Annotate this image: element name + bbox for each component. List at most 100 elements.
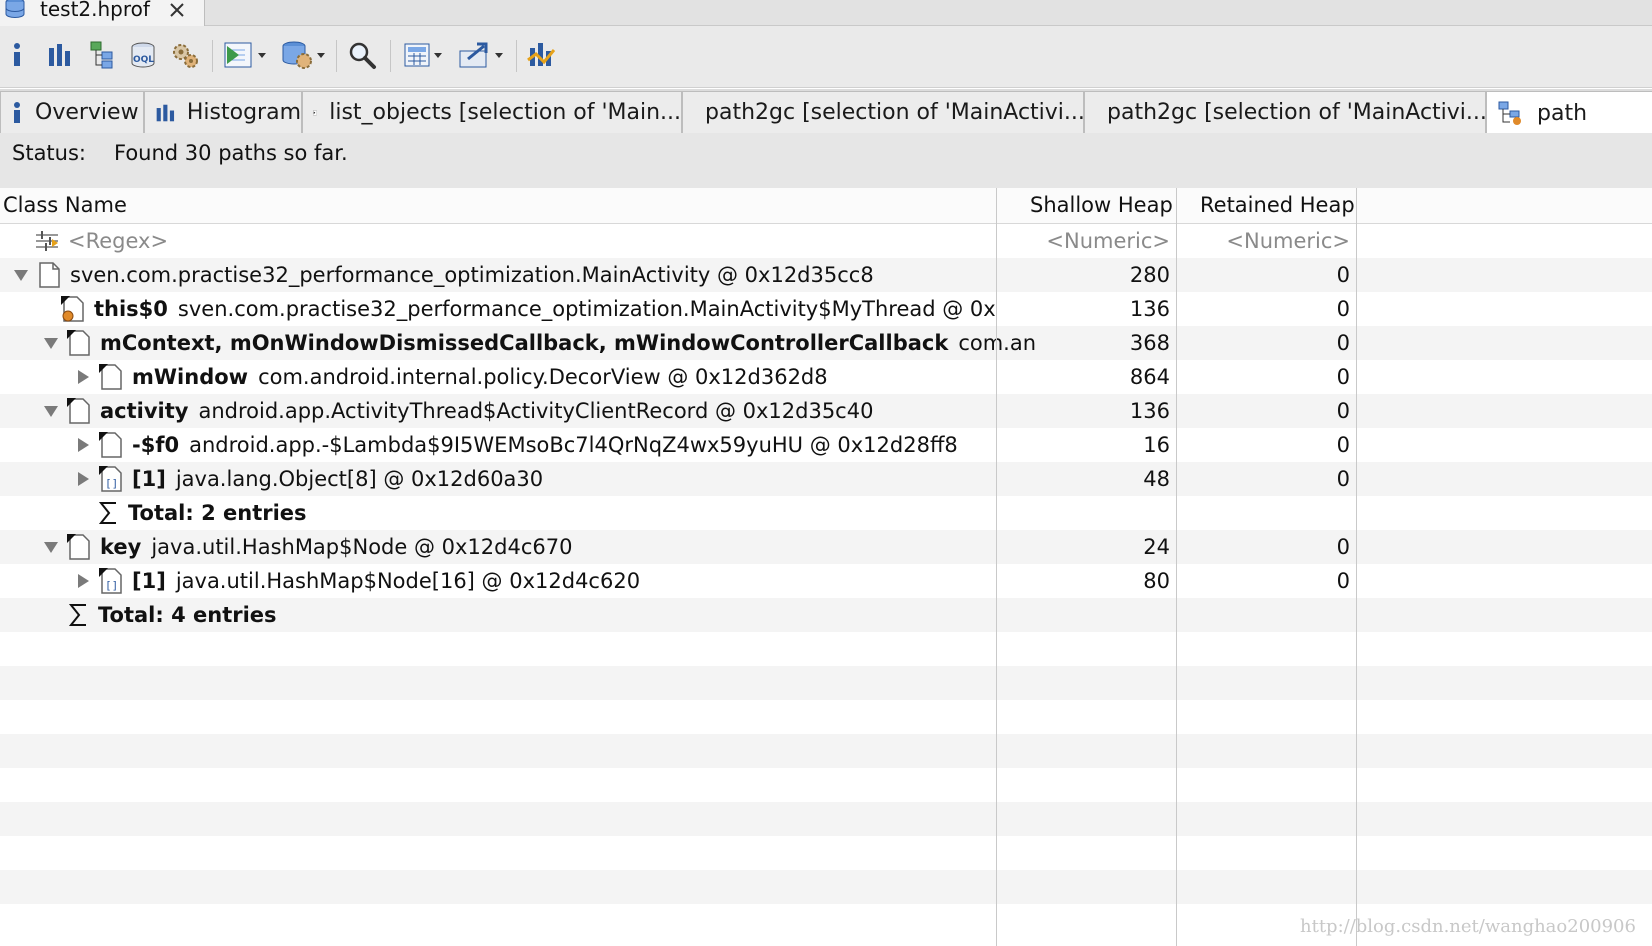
row-class-text: sven.com.practise32_performance_optimiza… [177,297,996,321]
heap-dump-icon [5,0,25,18]
row-bold-label: [1] [132,569,166,593]
row-class-text: com.android.internal.policy.DecorView @ … [258,365,828,389]
table-row[interactable]: this$0 sven.com.practise32_performance_o… [0,292,1652,326]
search-icon [349,42,376,69]
tab-label: path [1537,100,1588,126]
info-icon [14,43,20,66]
toolbar-separator [390,40,391,72]
dominator-tree-icon [90,41,113,69]
toolbar-separator [212,40,213,72]
reference-object-icon [67,398,90,424]
row-bold-label: key [100,535,142,559]
table-row[interactable]: activity android.app.ActivityThread$Acti… [0,394,1652,428]
row-class-text: java.util.HashMap$Node @ 0x12d4c670 [151,535,573,559]
retained-heap-value: 0 [1336,433,1350,457]
object-icon [39,262,60,288]
tab-overview[interactable]: Overview [0,91,144,133]
table-row[interactable]: key java.util.HashMap$Node @ 0x12d4c670 … [0,530,1652,564]
empty-row [0,700,1652,734]
regex-filter-text: <Regex> [68,229,169,253]
oql-button[interactable]: OQL [126,38,160,72]
tab-histogram[interactable]: Histogram [144,91,302,133]
row-bold-label: -$f0 [132,433,180,457]
collapsed-arrow-icon[interactable] [74,572,92,590]
editor-tab-test2-hprof[interactable]: test2.hprof [0,0,205,26]
dominator-tree-button[interactable] [86,38,120,72]
row-bold-label: this$0 [94,297,168,321]
heap-dump-details-button[interactable] [168,38,202,72]
shallow-heap-value: 280 [1129,263,1170,287]
export-button[interactable] [454,38,508,72]
status-bar: Status: Found 30 paths so far. [0,133,1652,188]
column-header-class-name[interactable]: Class Name [3,193,127,217]
table-row-total: Total: 4 entries [0,598,1652,632]
empty-row [0,632,1652,666]
close-icon[interactable] [168,1,186,19]
column-header-shallow-heap[interactable]: Shallow Heap [1030,193,1173,217]
table-row[interactable]: sven.com.practise32_performance_optimiza… [0,258,1652,292]
shallow-heap-filter[interactable]: <Numeric> [996,224,1170,258]
tab-label: list_objects [selection of 'Main... [329,100,681,125]
reference-object-icon [99,364,122,390]
retained-heap-value: 0 [1336,263,1350,287]
watermark: http://blog.csdn.net/wanghao200906 [1300,916,1636,937]
table-row[interactable]: mWindow com.android.internal.policy.Deco… [0,360,1652,394]
shallow-heap-value: 80 [1143,569,1170,593]
path-to-gc-icon [1498,101,1521,125]
column-divider[interactable] [996,188,997,946]
retained-heap-value: 0 [1336,331,1350,355]
tab-label: path2gc [selection of 'MainActivi... [705,100,1084,125]
empty-row [0,666,1652,700]
path-tree-table: Class Name Shallow Heap Retained Heap <R… [0,188,1652,946]
column-divider[interactable] [1176,188,1177,946]
class-name-filter[interactable]: <Regex> [34,224,1029,258]
row-bold-label: [1] [132,467,166,491]
table-row[interactable]: mContext, mOnWindowDismissedCallback, mW… [0,326,1652,360]
result-tabs: Overview Histogram list_objects [selecti… [0,89,1652,134]
column-header-retained-heap[interactable]: Retained Heap [1200,193,1355,217]
table-row[interactable]: -$f0 android.app.-$Lambda$9I5WEMsoBc7l4Q… [0,428,1652,462]
expanded-arrow-icon[interactable] [42,334,60,352]
collapsed-arrow-icon[interactable] [74,368,92,386]
shallow-heap-value: 368 [1129,331,1170,355]
row-class-text: sven.com.practise32_performance_optimiza… [70,263,874,287]
status-text: Found 30 paths so far. [114,141,348,165]
search-button[interactable] [344,38,380,72]
shallow-heap-value: 24 [1143,535,1170,559]
tab-path2gc-1[interactable]: path2gc [selection of 'MainActivi... [682,91,1084,133]
row-bold-label: activity [100,399,189,423]
regex-filter-icon [36,231,58,251]
tab-path2gc-2[interactable]: path2gc [selection of 'MainActivi... [1084,91,1486,133]
histogram-icon [156,104,175,121]
run-report-icon [224,42,252,68]
tab-path2gc-active[interactable]: path [1486,91,1652,134]
sum-icon [68,604,86,626]
collapsed-arrow-icon[interactable] [74,436,92,454]
calculate-retained-button[interactable] [398,38,448,72]
chevron-down-icon [434,53,442,58]
tab-label: path2gc [selection of 'MainActivi... [1107,100,1486,125]
column-divider[interactable] [1356,188,1357,946]
expanded-arrow-icon[interactable] [42,402,60,420]
tab-list-objects[interactable]: list_objects [selection of 'Main... [302,91,682,133]
collapsed-arrow-icon[interactable] [74,470,92,488]
sum-icon [98,502,116,524]
oql-icon: OQL [131,42,155,68]
row-bold-label: Total: 4 entries [98,603,277,627]
table-row[interactable]: [] [1] java.util.HashMap$Node[16] @ 0x12… [0,564,1652,598]
shallow-heap-value: 136 [1129,399,1170,423]
query-browser-button[interactable] [276,38,330,72]
svg-text:[]: [] [105,579,118,592]
retained-heap-value: 0 [1336,467,1350,491]
compare-button[interactable] [524,38,558,72]
expanded-arrow-icon[interactable] [12,266,30,284]
query-browser-icon [282,41,312,69]
table-row[interactable]: [] [1] java.lang.Object[8] @ 0x12d60a30 … [0,462,1652,496]
retained-heap-filter[interactable]: <Numeric> [1176,224,1350,258]
info-button[interactable] [6,38,28,72]
run-report-button[interactable] [220,38,270,72]
chevron-down-icon [258,53,266,58]
expanded-arrow-icon[interactable] [42,538,60,556]
histogram-button[interactable] [44,38,76,72]
reference-object-icon [67,534,90,560]
